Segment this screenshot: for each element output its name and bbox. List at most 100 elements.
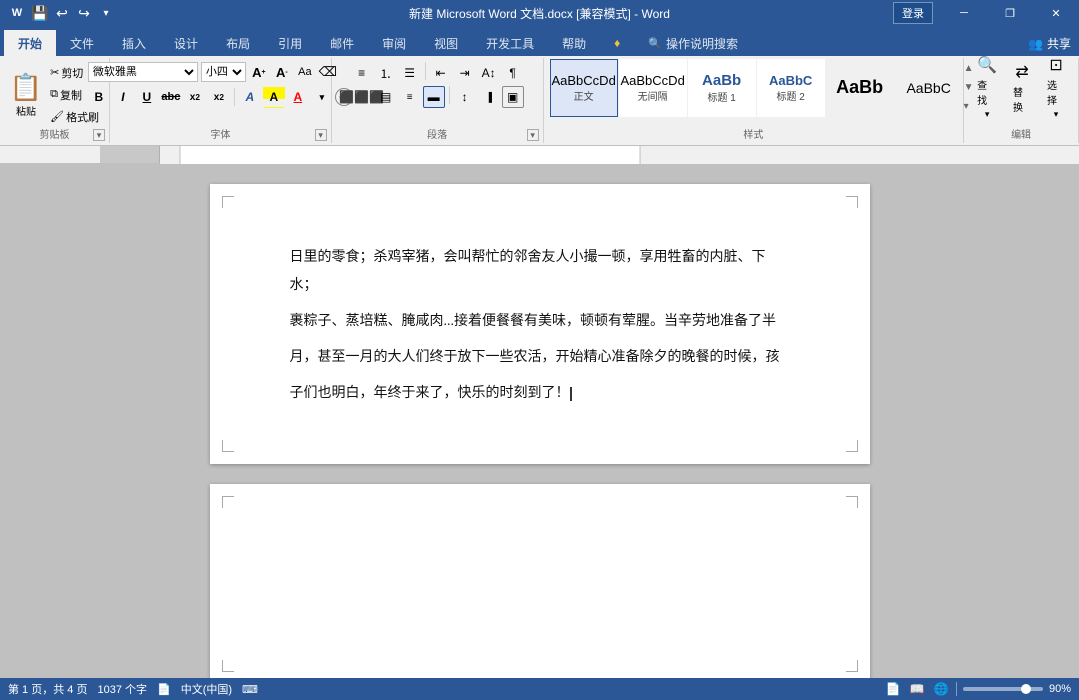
select-button[interactable]: ⊡ 选择 ▾: [1040, 62, 1072, 114]
subscript-button[interactable]: x2: [184, 86, 206, 108]
find-button[interactable]: 🔍 查找 ▾: [970, 62, 1004, 114]
tab-references[interactable]: 引用: [264, 30, 316, 56]
replace-button[interactable]: ⇄ 替换: [1006, 62, 1038, 114]
corner-bl-2: [222, 660, 234, 672]
title-left: W 💾 ↩ ↪ ▾: [8, 3, 116, 23]
tab-home[interactable]: 开始: [4, 30, 56, 56]
text-paragraph-4: 子们也明白，年终于来了，快乐的时刻到了！: [290, 380, 790, 408]
tab-layout[interactable]: 布局: [212, 30, 264, 56]
style-no-spacing-preview: AaBbCcDd: [620, 73, 684, 88]
styles-label: 样式: [544, 126, 963, 141]
view-reader-button[interactable]: 📖: [908, 680, 926, 698]
align-right-button[interactable]: ≡: [399, 86, 421, 108]
paragraph-group: ≡ ⒈ ☰ ⇤ ⇥ A↕ ¶ ⬛⬛⬛ ▤ ≡ ▬ ↕ ▐ ▣ ▾ 段落: [332, 58, 544, 143]
editing-label: 编辑: [964, 126, 1078, 141]
align-left-button[interactable]: ⬛⬛⬛: [351, 86, 373, 108]
font-name-row: 微软雅黑 小四 A+ A- Aa ⌫: [88, 62, 338, 82]
style-heading1[interactable]: AaBb 标题 1: [688, 59, 756, 117]
login-button[interactable]: 登录: [893, 2, 933, 24]
justify-button[interactable]: ▬: [423, 86, 445, 108]
shrink-font-button[interactable]: A-: [272, 62, 292, 82]
italic-button[interactable]: I: [112, 86, 134, 108]
text-paragraph-2: 裹粽子、蒸培糕、腌咸肉...接着便餐餐有美味，顿顿有荤腥。当辛劳地准备了半: [290, 308, 790, 336]
style-large-preview: AaBb: [836, 77, 883, 98]
superscript-button[interactable]: x2: [208, 86, 230, 108]
style-large2[interactable]: AaBbC: [895, 59, 963, 117]
document-area[interactable]: 日里的零食；杀鸡宰猪，会叫帮忙的邻舍友人小撮一顿，享用牲畜的内脏、下水； 裹粽子…: [0, 164, 1079, 678]
text-paragraph-1: 日里的零食；杀鸡宰猪，会叫帮忙的邻舍友人小撮一顿，享用牲畜的内脏、下水；: [290, 244, 790, 300]
tab-file[interactable]: 文件: [56, 30, 108, 56]
share-button[interactable]: 👥 共享: [1028, 35, 1071, 52]
view-normal-button[interactable]: 📄: [884, 680, 902, 698]
change-case-button[interactable]: Aa: [295, 62, 315, 82]
tab-diamond[interactable]: ♦: [600, 30, 634, 56]
border-button[interactable]: ▣: [502, 86, 524, 108]
customize-quick-btn[interactable]: ▾: [96, 3, 116, 23]
zoom-thumb: [1021, 684, 1031, 694]
find-icon: 🔍: [977, 55, 997, 75]
grow-font-button[interactable]: A+: [249, 62, 269, 82]
tab-mailings[interactable]: 邮件: [316, 30, 368, 56]
bullets-button[interactable]: ≡: [351, 62, 373, 84]
align-center-button[interactable]: ▤: [375, 86, 397, 108]
tab-review[interactable]: 审阅: [368, 30, 420, 56]
numbering-button[interactable]: ⒈: [375, 62, 397, 84]
tab-view[interactable]: 视图: [420, 30, 472, 56]
style-heading2[interactable]: AaBbC 标题 2: [757, 59, 825, 117]
redo-quick-btn[interactable]: ↪: [74, 3, 94, 23]
tab-developer[interactable]: 开发工具: [472, 30, 548, 56]
decrease-indent-button[interactable]: ⇤: [430, 62, 452, 84]
paste-button[interactable]: 📋 粘贴: [6, 65, 46, 125]
language: 中文(中国): [181, 681, 232, 697]
word-icon: W: [8, 4, 26, 22]
corner-tr-2: [846, 496, 858, 508]
status-icon: 📄: [157, 683, 171, 696]
ruler-content: [160, 146, 1079, 163]
font-name-select[interactable]: 微软雅黑: [88, 62, 198, 82]
minimize-button[interactable]: ─: [941, 0, 987, 26]
tab-insert[interactable]: 插入: [108, 30, 160, 56]
tab-help[interactable]: 帮助: [548, 30, 600, 56]
tab-search[interactable]: 🔍 操作说明搜索: [634, 30, 752, 56]
underline-button[interactable]: U: [136, 86, 158, 108]
style-normal[interactable]: AaBbCcDd 正文: [550, 59, 618, 117]
highlight-button[interactable]: A: [263, 86, 285, 108]
status-bar: 第 1 页，共 4 页 1037 个字 📄 中文(中国) ⌨ 📄 📖 🌐 90%: [0, 678, 1079, 700]
undo-quick-btn[interactable]: ↩: [52, 3, 72, 23]
view-web-button[interactable]: 🌐: [932, 680, 950, 698]
multilevel-button[interactable]: ☰: [399, 62, 421, 84]
text-effect-button[interactable]: A: [239, 86, 261, 108]
replace-icon: ⇄: [1015, 62, 1028, 82]
style-large[interactable]: AaBb: [826, 59, 894, 117]
find-dropdown-icon: ▾: [985, 109, 990, 120]
format-painter-icon: 🖌: [50, 110, 64, 123]
font-color-dropdown[interactable]: ▾: [311, 86, 333, 108]
close-button[interactable]: ✕: [1033, 0, 1079, 26]
zoom-slider[interactable]: [963, 687, 1043, 691]
clipboard-label: 剪贴板: [0, 126, 109, 141]
font-size-select[interactable]: 小四: [201, 62, 246, 82]
strikethrough-button[interactable]: abc: [160, 86, 182, 108]
para-row-1: ≡ ⒈ ☰ ⇤ ⇥ A↕ ¶: [351, 62, 524, 84]
tab-design[interactable]: 设计: [160, 30, 212, 56]
show-marks-button[interactable]: ¶: [502, 62, 524, 84]
restore-button[interactable]: ❐: [987, 0, 1033, 26]
increase-indent-button[interactable]: ⇥: [454, 62, 476, 84]
text-cursor: [570, 387, 572, 401]
copy-icon: ⧉: [50, 88, 58, 101]
page-1-content[interactable]: 日里的零食；杀鸡宰猪，会叫帮忙的邻舍友人小撮一顿，享用牲畜的内脏、下水； 裹粽子…: [290, 244, 790, 408]
bold-button[interactable]: B: [88, 86, 110, 108]
paste-label: 粘贴: [16, 103, 36, 118]
page-info: 第 1 页，共 4 页: [8, 681, 87, 697]
font-color-button[interactable]: A: [287, 86, 309, 108]
font-group: 微软雅黑 小四 A+ A- Aa ⌫ B I U abc x2 x2 A A: [110, 58, 332, 143]
paragraph-label: 段落: [332, 126, 543, 141]
style-large2-preview: AaBbC: [906, 80, 950, 96]
style-no-spacing-label: 无间隔: [638, 88, 668, 103]
cut-icon: ✂: [50, 66, 59, 79]
style-no-spacing[interactable]: AaBbCcDd 无间隔: [619, 59, 687, 117]
shading-button[interactable]: ▐: [478, 86, 500, 108]
line-spacing-button[interactable]: ↕: [454, 86, 476, 108]
sort-button[interactable]: A↕: [478, 62, 500, 84]
save-quick-btn[interactable]: 💾: [30, 3, 50, 23]
